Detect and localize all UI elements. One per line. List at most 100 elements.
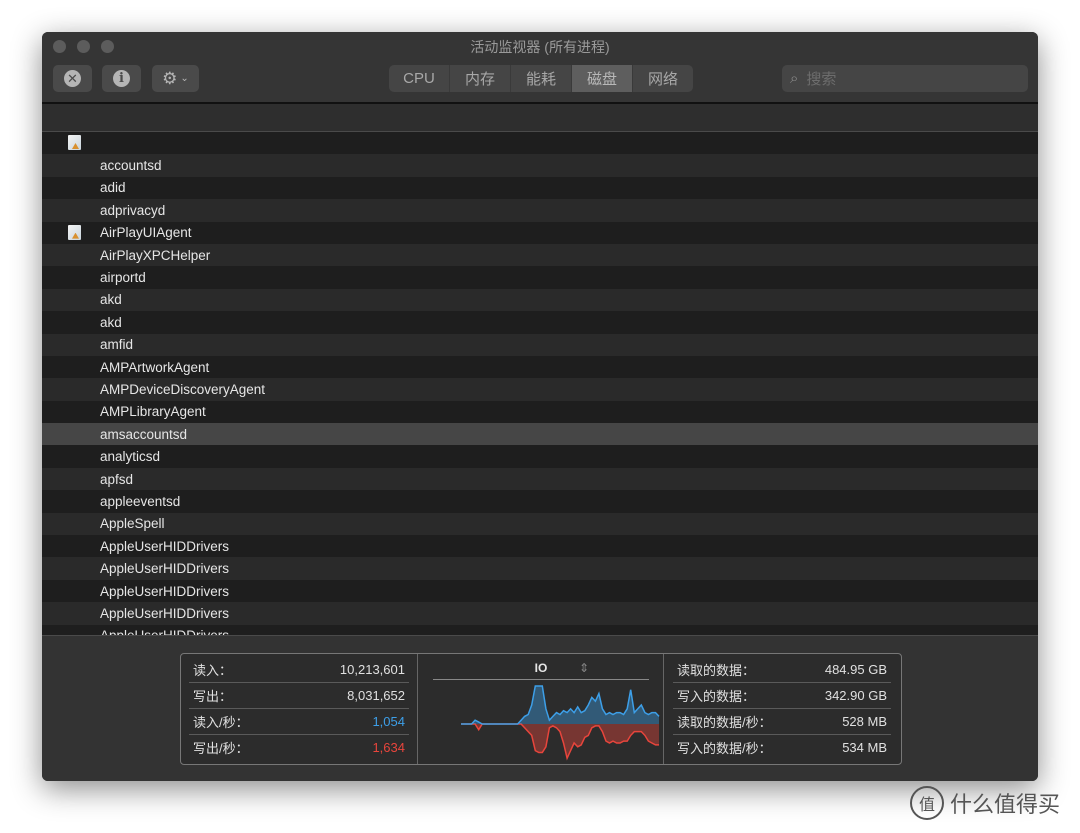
- gear-icon: ⚙: [162, 68, 178, 88]
- process-name: AppleUserHIDDrivers: [100, 561, 230, 577]
- app-icon: [68, 135, 81, 150]
- tab-energy[interactable]: 能耗: [511, 65, 572, 92]
- app-icon: [68, 224, 81, 240]
- tab-network[interactable]: 网络: [633, 65, 693, 92]
- stat-label: 读入：: [193, 663, 233, 678]
- info-button[interactable]: i: [102, 65, 141, 92]
- process-name: AppleUserHIDDrivers: [100, 628, 229, 635]
- process-name: akd: [100, 292, 122, 308]
- process-row[interactable]: accountsd: [42, 154, 1038, 177]
- stat-row: 写出： 8,031,652: [189, 683, 409, 709]
- process-name: adprivacyd: [100, 202, 166, 218]
- stat-value: 484.95 GB: [824, 662, 887, 677]
- search-input[interactable]: ⌕ 搜索: [782, 65, 1028, 92]
- process-row[interactable]: adprivacyd: [42, 199, 1038, 222]
- activity-monitor-window: 活动监视器 (所有进程) ✕ i ⚙ ⌄ CPU 内存 能耗 磁盘 网络 ⌕ 搜索…: [42, 32, 1038, 781]
- process-name: amfid: [100, 337, 134, 353]
- up-down-chevron-icon: ⇕: [579, 661, 590, 675]
- process-name: airportd: [100, 270, 146, 286]
- process-row[interactable]: airportd: [42, 266, 1038, 289]
- stat-label: 读入/秒：: [193, 715, 249, 730]
- process-name: AMPLibraryAgent: [100, 404, 206, 420]
- stat-row: 读取的数据： 484.95 GB: [673, 657, 891, 683]
- process-row[interactable]: appleeventsd: [42, 490, 1038, 513]
- stat-value: 1,634: [372, 740, 405, 755]
- process-name: adid: [100, 180, 126, 196]
- stat-label: 写出/秒：: [193, 741, 249, 756]
- process-name: AppleUserHIDDrivers: [100, 605, 230, 621]
- stop-process-button[interactable]: ✕: [53, 65, 92, 92]
- process-row[interactable]: amfid: [42, 333, 1038, 356]
- write-area: [461, 724, 659, 759]
- process-name: amsaccountsd: [100, 426, 188, 442]
- x-octagon-icon: ✕: [64, 70, 81, 87]
- process-name: AMPArtworkAgent: [100, 359, 210, 375]
- watermark-logo: 值什么值得买: [910, 786, 1060, 820]
- stat-value: 1,054: [372, 714, 405, 729]
- process-row[interactable]: apfsd: [42, 467, 1038, 491]
- stat-value: 8,031,652: [347, 688, 405, 703]
- process-name: AppleUserHIDDrivers: [100, 538, 230, 554]
- info-icon: i: [113, 70, 130, 87]
- graph-mode-selector[interactable]: IO ⇕: [433, 661, 649, 680]
- process-row[interactable]: [42, 132, 1038, 155]
- stat-row: 写入的数据： 342.90 GB: [673, 683, 891, 709]
- process-row[interactable]: AMPLibraryAgent: [42, 400, 1038, 424]
- process-name: accountsd: [100, 158, 162, 174]
- chevron-down-icon: ⌄: [180, 73, 189, 84]
- stat-label: 读取的数据：: [677, 663, 756, 678]
- process-name: AMPDeviceDiscoveryAgent: [100, 381, 266, 397]
- logo-icon: 值: [910, 786, 944, 820]
- stat-label: 写出：: [193, 689, 233, 704]
- process-row[interactable]: akd: [42, 288, 1038, 312]
- column-header-row[interactable]: [42, 104, 1038, 132]
- process-row[interactable]: AMPArtworkAgent: [42, 355, 1038, 379]
- graph-mode-label: IO: [534, 661, 548, 675]
- stat-row: 读取的数据/秒： 528 MB: [673, 709, 891, 735]
- stat-label: 写入的数据/秒：: [677, 741, 772, 756]
- process-name: AirPlayXPCHelper: [100, 247, 211, 263]
- tab-cpu[interactable]: CPU: [389, 65, 450, 92]
- io-graph: [461, 685, 660, 761]
- read-area: [461, 686, 659, 724]
- tab-memory[interactable]: 内存: [450, 65, 511, 92]
- stat-row: 写入的数据/秒： 534 MB: [673, 735, 891, 760]
- stat-value: 10,213,601: [339, 662, 405, 677]
- action-menu-button[interactable]: ⚙ ⌄: [152, 65, 199, 92]
- process-row[interactable]: amsaccountsd: [42, 423, 1038, 446]
- process-row[interactable]: AppleUserHIDDrivers: [42, 557, 1038, 580]
- process-row[interactable]: AirPlayXPCHelper: [42, 243, 1038, 267]
- window-title: 活动监视器 (所有进程): [470, 39, 610, 55]
- process-name: AppleSpell: [100, 516, 165, 532]
- stat-value: 534 MB: [842, 740, 887, 755]
- process-name: apfsd: [100, 471, 134, 487]
- process-row[interactable]: AppleUserHIDDrivers: [42, 624, 1038, 635]
- stat-row: 写出/秒： 1,634: [189, 735, 409, 760]
- disk-summary-panel: 读入： 10,213,601 写出： 8,031,652 读入/秒： 1,054 写出/秒：…: [42, 635, 1038, 781]
- stat-label: 读取的数据/秒：: [677, 715, 772, 730]
- tab-disk[interactable]: 磁盘: [572, 65, 633, 92]
- process-row[interactable]: adid: [42, 176, 1038, 200]
- process-row[interactable]: AppleUserHIDDrivers: [42, 579, 1038, 603]
- search-placeholder: 搜索: [806, 71, 837, 88]
- stat-row: 读入： 10,213,601: [189, 657, 409, 683]
- process-row[interactable]: AMPDeviceDiscoveryAgent: [42, 378, 1038, 401]
- process-name: analyticsd: [100, 449, 161, 465]
- process-row[interactable]: AppleSpell: [42, 512, 1038, 536]
- watermark-text: 什么值得买: [950, 792, 1061, 817]
- process-name: appleeventsd: [100, 493, 181, 509]
- process-row[interactable]: AirPlayUIAgent: [42, 221, 1038, 244]
- process-name: AirPlayUIAgent: [100, 225, 192, 241]
- toolbar: 活动监视器 (所有进程) ✕ i ⚙ ⌄ CPU 内存 能耗 磁盘 网络 ⌕ 搜索: [42, 32, 1038, 104]
- process-row[interactable]: analyticsd: [42, 445, 1038, 468]
- process-row[interactable]: AppleUserHIDDrivers: [42, 535, 1038, 558]
- process-row[interactable]: akd: [42, 311, 1038, 334]
- stat-value: 528 MB: [842, 714, 887, 729]
- search-icon: ⌕: [790, 70, 799, 87]
- process-row[interactable]: AppleUserHIDDrivers: [42, 602, 1038, 625]
- process-name: akd: [100, 314, 122, 330]
- stat-row: 读入/秒： 1,054: [189, 709, 409, 735]
- stat-label: 写入的数据：: [677, 689, 756, 704]
- tab-bar: CPU 内存 能耗 磁盘 网络: [389, 65, 693, 92]
- stat-value: 342.90 GB: [824, 688, 887, 703]
